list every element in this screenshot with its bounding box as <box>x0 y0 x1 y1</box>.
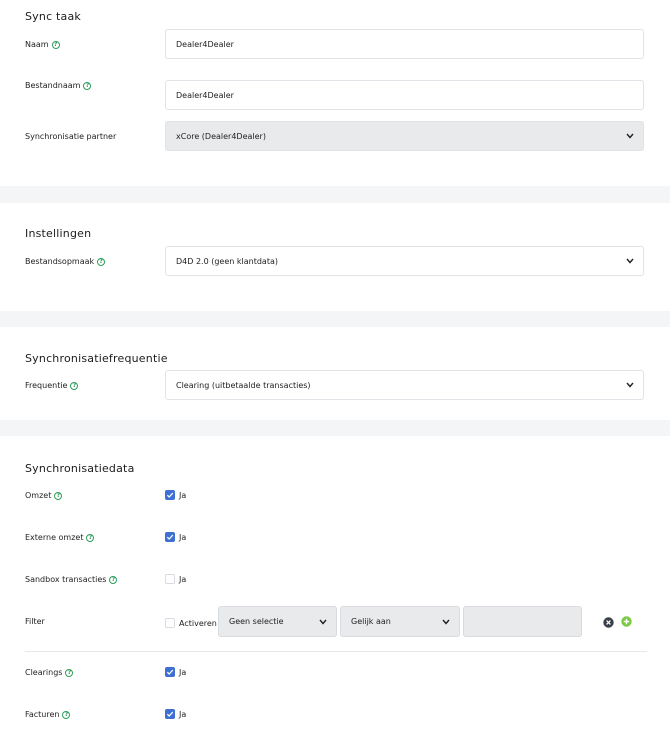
format-select-value: D4D 2.0 (geen klantdata) <box>176 256 278 266</box>
externe-omzet-checkbox-row: Ja <box>165 532 186 542</box>
checkbox-label: Activeren <box>179 618 217 628</box>
section-separator <box>0 311 670 327</box>
sandbox-checkbox[interactable] <box>165 574 175 584</box>
filter-activate-checkbox[interactable] <box>165 618 175 628</box>
label-facturen: Facturen ? <box>25 710 71 719</box>
filter-activate-row: Activeren <box>165 618 217 628</box>
chevron-down-icon <box>626 133 634 139</box>
omzet-checkbox-row: Ja <box>165 490 186 500</box>
name-input-value: Dealer4Dealer <box>176 39 234 49</box>
partner-select-value: xCore (Dealer4Dealer) <box>176 131 266 141</box>
facturen-checkbox[interactable] <box>165 709 175 719</box>
filter-selection-select[interactable]: Geen selectie <box>218 606 337 637</box>
checkbox-label: Ja <box>179 667 187 677</box>
add-filter-icon[interactable] <box>621 616 632 627</box>
checkbox-label: Ja <box>179 709 187 719</box>
section-title-sync-data: Synchronisatiedata <box>25 462 135 475</box>
divider <box>25 651 647 652</box>
help-icon[interactable]: ? <box>109 575 118 584</box>
checkbox-label: Ja <box>179 532 187 542</box>
chevron-down-icon <box>442 619 450 625</box>
label-text: Bestandnaam <box>25 81 81 90</box>
help-icon[interactable]: ? <box>54 491 63 500</box>
help-icon[interactable]: ? <box>86 533 95 542</box>
label-partner: Synchronisatie partner <box>25 132 116 141</box>
label-filename: Bestandnaam ? <box>25 81 92 90</box>
section-separator <box>0 420 670 436</box>
label-text: Externe omzet <box>25 533 84 542</box>
filter-selection-value: Geen selectie <box>229 617 284 626</box>
section-separator <box>0 186 670 203</box>
check-icon <box>166 669 174 675</box>
section-title-settings: Instellingen <box>25 227 92 240</box>
clearings-checkbox-row: Ja <box>165 667 186 677</box>
help-icon[interactable]: ? <box>51 40 60 49</box>
label-text: Bestandsopmaak <box>25 257 95 266</box>
label-format: Bestandsopmaak ? <box>25 257 106 266</box>
label-text: Naam <box>25 40 49 49</box>
externe-omzet-checkbox[interactable] <box>165 532 175 542</box>
checkbox-label: Ja <box>179 490 187 500</box>
filter-operator-select[interactable]: Gelijk aan <box>340 606 460 637</box>
sandbox-checkbox-row: Ja <box>165 574 186 584</box>
clearings-checkbox[interactable] <box>165 667 175 677</box>
checkbox-label: Ja <box>179 574 187 584</box>
label-text: Omzet <box>25 491 52 500</box>
chevron-down-icon <box>626 382 634 388</box>
filename-input[interactable]: Dealer4Dealer <box>165 80 644 110</box>
filter-value-input[interactable] <box>463 606 582 637</box>
remove-filter-icon[interactable] <box>603 617 614 628</box>
help-icon[interactable]: ? <box>65 668 74 677</box>
check-icon <box>166 492 174 498</box>
label-text: Clearings <box>25 668 63 677</box>
format-select[interactable]: D4D 2.0 (geen klantdata) <box>165 246 644 276</box>
section-title-frequency: Synchronisatiefrequentie <box>25 352 168 365</box>
check-icon <box>166 534 174 540</box>
section-title-sync-task: Sync taak <box>25 10 81 23</box>
filename-input-value: Dealer4Dealer <box>176 90 234 100</box>
label-text: Filter <box>25 617 45 626</box>
label-text: Facturen <box>25 710 60 719</box>
label-text: Frequentie <box>25 381 68 390</box>
frequency-select-value: Clearing (uitbetaalde transacties) <box>176 380 311 390</box>
partner-select: xCore (Dealer4Dealer) <box>165 121 644 151</box>
help-icon[interactable]: ? <box>70 381 79 390</box>
chevron-down-icon <box>319 619 327 625</box>
label-filter: Filter <box>25 617 45 626</box>
label-omzet: Omzet ? <box>25 491 63 500</box>
label-frequency: Frequentie ? <box>25 381 79 390</box>
help-icon[interactable]: ? <box>83 81 92 90</box>
label-text: Sandbox transacties <box>25 575 107 584</box>
label-name: Naam ? <box>25 40 60 49</box>
help-icon[interactable]: ? <box>97 257 106 266</box>
check-icon <box>166 711 174 717</box>
label-externe-omzet: Externe omzet ? <box>25 533 95 542</box>
filter-operator-value: Gelijk aan <box>351 617 391 626</box>
omzet-checkbox[interactable] <box>165 490 175 500</box>
help-icon[interactable]: ? <box>62 710 71 719</box>
chevron-down-icon <box>626 258 634 264</box>
frequency-select[interactable]: Clearing (uitbetaalde transacties) <box>165 370 644 400</box>
label-text: Synchronisatie partner <box>25 132 117 141</box>
name-input[interactable]: Dealer4Dealer <box>165 29 644 59</box>
label-clearings: Clearings ? <box>25 668 74 677</box>
label-sandbox: Sandbox transacties ? <box>25 575 118 584</box>
facturen-checkbox-row: Ja <box>165 709 186 719</box>
